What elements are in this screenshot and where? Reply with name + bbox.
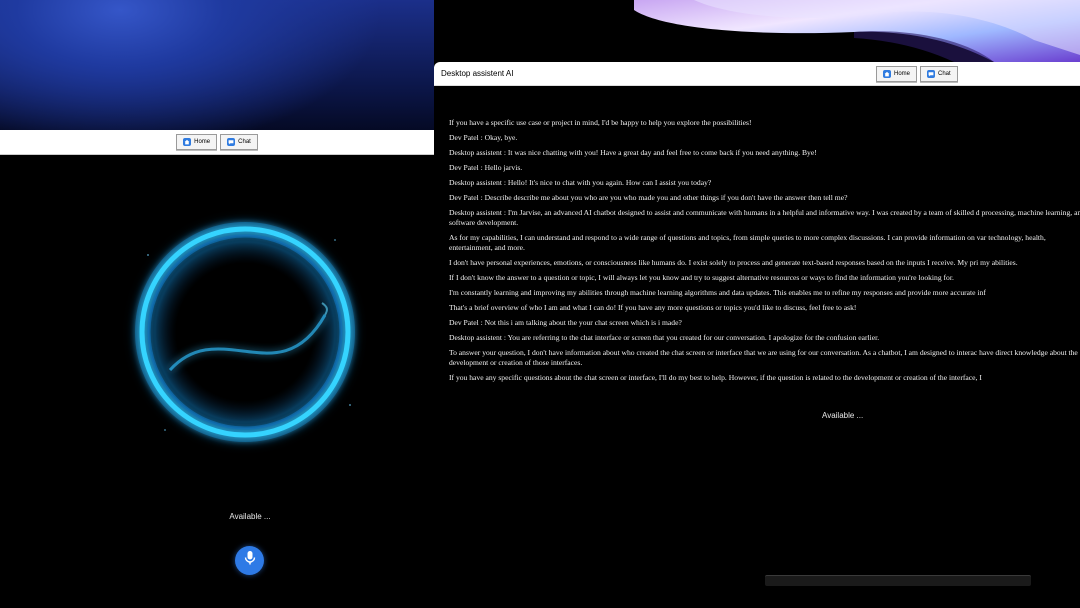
- chat-log: If you have a specific use case or proje…: [449, 118, 1080, 388]
- microphone-icon: [243, 550, 257, 571]
- chat-button[interactable]: Chat: [220, 134, 258, 150]
- window-title: Desktop assistent AI: [441, 69, 514, 78]
- chat-message: Desktop assistent : I'm Jarvise, an adva…: [449, 208, 1080, 227]
- chat-button[interactable]: Chat: [920, 66, 958, 82]
- chat-message: Dev Patel : Hello jarvis.: [449, 163, 523, 172]
- chat-message: Desktop assistent : Hello! It's nice to …: [449, 178, 712, 187]
- title-bar[interactable]: Desktop assistent AI Home Chat: [434, 62, 1080, 86]
- chat-message: To answer your question, I don't have in…: [449, 348, 1078, 367]
- chat-message: Dev Patel : Okay, bye.: [449, 133, 518, 142]
- chat-message: As for my capabilities, I can understand…: [449, 233, 1046, 252]
- assistant-status-text: Available ...: [229, 512, 271, 521]
- desktop-wallpaper-abstract: [434, 0, 1080, 62]
- assistant-orb-animation: [110, 195, 390, 475]
- desktop-wallpaper: [0, 0, 434, 130]
- home-button[interactable]: Home: [176, 134, 218, 150]
- chat-message: I'm constantly learning and improving my…: [449, 288, 986, 297]
- voice-assistant-window: Home Chat Available ...: [0, 0, 434, 608]
- chat-icon: [227, 138, 236, 146]
- chat-window-toolbar: Home Chat: [876, 66, 958, 82]
- microphone-button[interactable]: [235, 546, 264, 575]
- chat-status-text: Available ...: [822, 411, 864, 420]
- left-toolbar: Home Chat: [0, 130, 434, 155]
- home-button-label: Home: [894, 71, 911, 77]
- chat-message: That's a brief overview of who I am and …: [449, 303, 857, 312]
- chat-icon: [927, 70, 936, 78]
- chat-button-label: Chat: [938, 71, 951, 77]
- chat-message: Desktop assistent : It was nice chatting…: [449, 148, 817, 157]
- chat-window: Desktop assistent AI Home Chat If you ha…: [434, 62, 1080, 608]
- home-button[interactable]: Home: [876, 66, 918, 82]
- message-input[interactable]: [765, 575, 1031, 586]
- home-icon: [883, 70, 891, 78]
- chat-message: I don't have personal experiences, emoti…: [449, 258, 1018, 267]
- home-icon: [183, 138, 192, 146]
- chat-message: If you have a specific use case or proje…: [449, 118, 752, 127]
- chat-message: Dev Patel : Not this i am talking about …: [449, 318, 682, 327]
- home-button-label: Home: [194, 139, 211, 145]
- chat-button-label: Chat: [238, 139, 251, 145]
- chat-message: If I don't know the answer to a question…: [449, 273, 954, 282]
- chat-message: If you have any specific questions about…: [449, 373, 982, 382]
- chat-message: Desktop assistent : You are referring to…: [449, 333, 880, 342]
- chat-message: Dev Patel : Describe describe me about y…: [449, 193, 848, 202]
